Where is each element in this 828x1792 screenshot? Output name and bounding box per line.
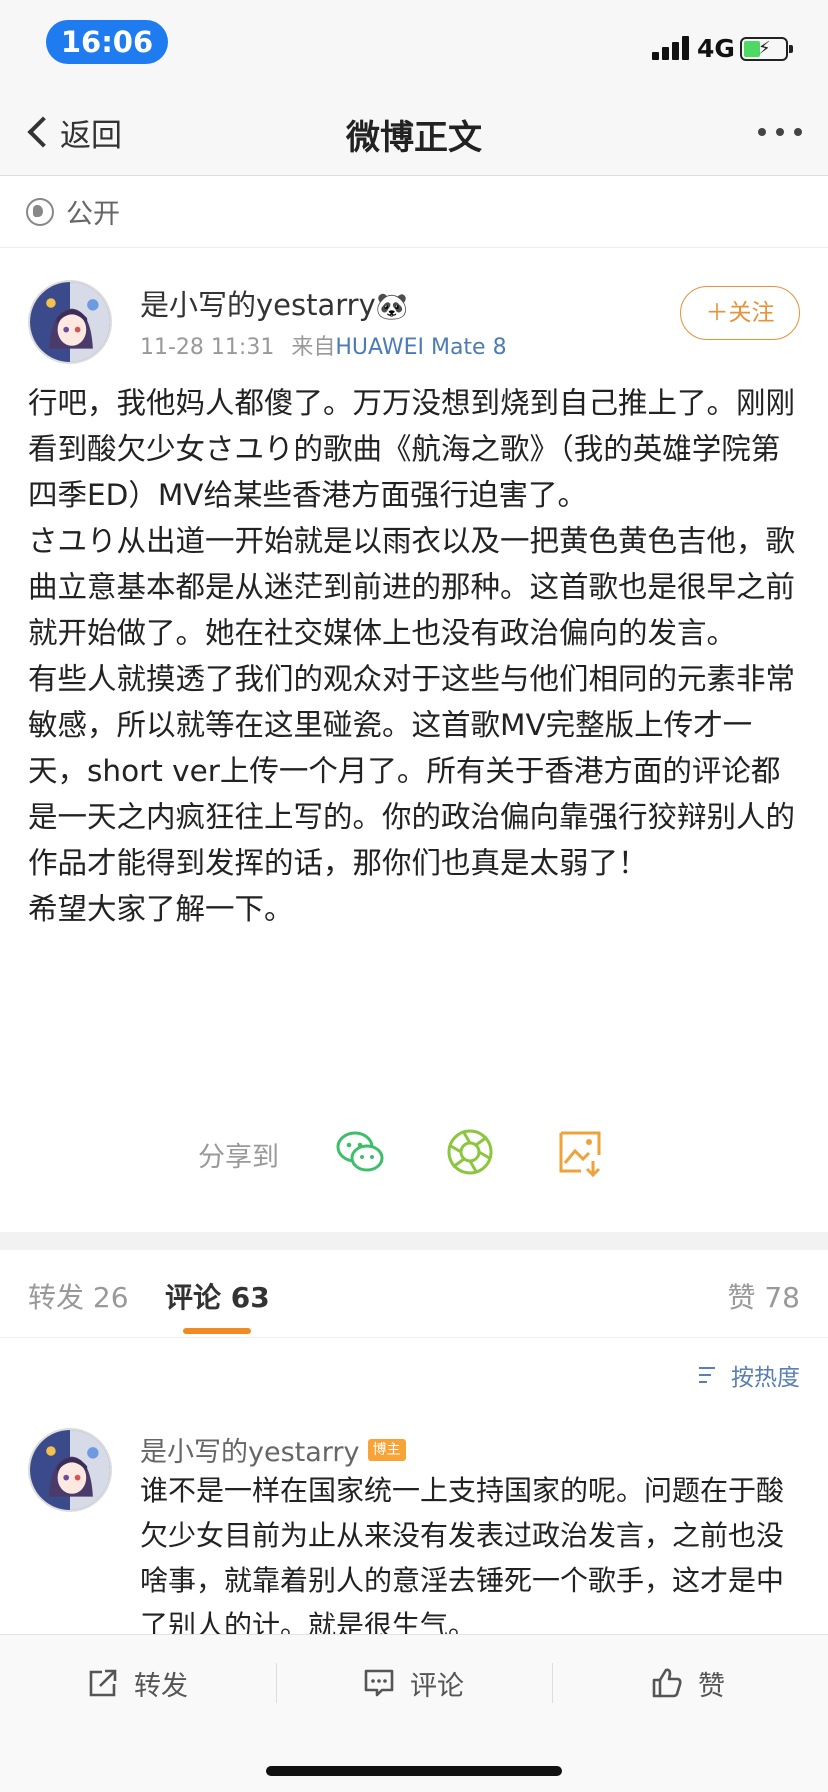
tab-like-label: 赞 [727, 1281, 756, 1314]
visibility-row: 公开 [0, 176, 828, 248]
separator [552, 1663, 553, 1703]
like-button[interactable]: 赞 [650, 1635, 725, 1731]
comment-label: 评论 [410, 1670, 464, 1702]
tab-like[interactable]: 赞 78 [727, 1276, 800, 1316]
author-avatar[interactable] [28, 280, 112, 364]
repost-button[interactable]: 转发 [86, 1635, 188, 1731]
post-time: 11-28 11:31 [140, 335, 275, 360]
share-label: 分享到 [198, 1142, 279, 1173]
tab-bar: 转发 26 评论 63 赞 78 [0, 1250, 828, 1338]
post-paragraph: さユり从出道一开始就是以雨衣以及一把黄色黄色吉他，歌曲立意基本都是从迷茫到前进的… [28, 524, 796, 650]
status-time: 16:06 [46, 20, 168, 64]
panda-emoji: 🐼 [375, 292, 409, 322]
sort-icon [699, 1365, 723, 1385]
battery-icon: ⚡ [740, 37, 793, 61]
repost-icon [89, 1669, 117, 1697]
moments-icon[interactable] [443, 1125, 497, 1179]
post-paragraph: 有些人就摸透了我们的观众对于这些与他们相同的元素非常敏感，所以就等在这里碰瓷。这… [28, 662, 796, 880]
sort-button[interactable]: 按热度 [699, 1358, 800, 1392]
signal-icon [652, 36, 692, 60]
tab-comment-label: 评论 [165, 1281, 222, 1314]
save-image-icon[interactable] [553, 1125, 607, 1179]
follow-button[interactable]: ＋关注 [680, 286, 800, 340]
post-body: 行吧，我他妈人都傻了。万万没想到烧到自己推上了。刚刚看到酸欠少女さユり的歌曲《航… [28, 380, 798, 932]
network-type: 4G [697, 34, 735, 63]
wechat-icon[interactable] [333, 1125, 387, 1179]
comment-icon [364, 1669, 394, 1697]
post-meta: 11-28 11:31 来自HUAWEI Mate 8 [140, 329, 507, 361]
thumbs-up-icon [652, 1668, 682, 1698]
like-label: 赞 [698, 1670, 725, 1702]
post-paragraph: 行吧，我他妈人都傻了。万万没想到烧到自己推上了。刚刚看到酸欠少女さユり的歌曲《航… [28, 386, 796, 512]
page-title: 微博正文 [346, 118, 482, 158]
separator [276, 1663, 277, 1703]
sort-label: 按热度 [731, 1365, 800, 1391]
author-badge: 博主 [367, 1438, 406, 1461]
tab-like-count: 78 [764, 1281, 800, 1314]
tab-comment-count: 63 [230, 1281, 270, 1314]
comment-text: 谁不是一样在国家统一上支持国家的呢。问题在于酸欠少女目前为止从来没有发表过政治发… [140, 1474, 785, 1642]
author-name[interactable]: 是小写的yestarry🐼 [140, 282, 408, 324]
nav-bar: 返回 微博正文 [0, 88, 828, 176]
tab-repost-label: 转发 [28, 1281, 85, 1314]
active-tab-indicator [183, 1328, 251, 1334]
tab-repost-count: 26 [92, 1281, 129, 1314]
home-indicator [266, 1766, 562, 1776]
globe-icon [26, 197, 54, 226]
status-bar: 16:06 4G ⚡ [0, 0, 828, 88]
visibility-label: 公开 [66, 199, 120, 230]
share-row: 分享到 [0, 1125, 828, 1181]
tab-repost[interactable]: 转发 26 [28, 1276, 129, 1316]
more-dots-icon[interactable] [758, 128, 802, 136]
section-divider [0, 1232, 828, 1250]
source-prefix: 来自 [291, 335, 336, 360]
tab-comment[interactable]: 评论 63 [165, 1276, 270, 1316]
comment-author[interactable]: 是小写的yestarry 博主 [140, 1430, 406, 1469]
source-device[interactable]: HUAWEI Mate 8 [335, 335, 506, 360]
repost-label: 转发 [134, 1670, 188, 1702]
comment-avatar[interactable] [28, 1428, 112, 1512]
post-paragraph: 希望大家了解一下。 [28, 892, 294, 926]
author-name-text: 是小写的yestarry [140, 288, 376, 322]
comment-author-name: 是小写的yestarry [140, 1437, 360, 1468]
comment-button[interactable]: 评论 [362, 1635, 464, 1731]
